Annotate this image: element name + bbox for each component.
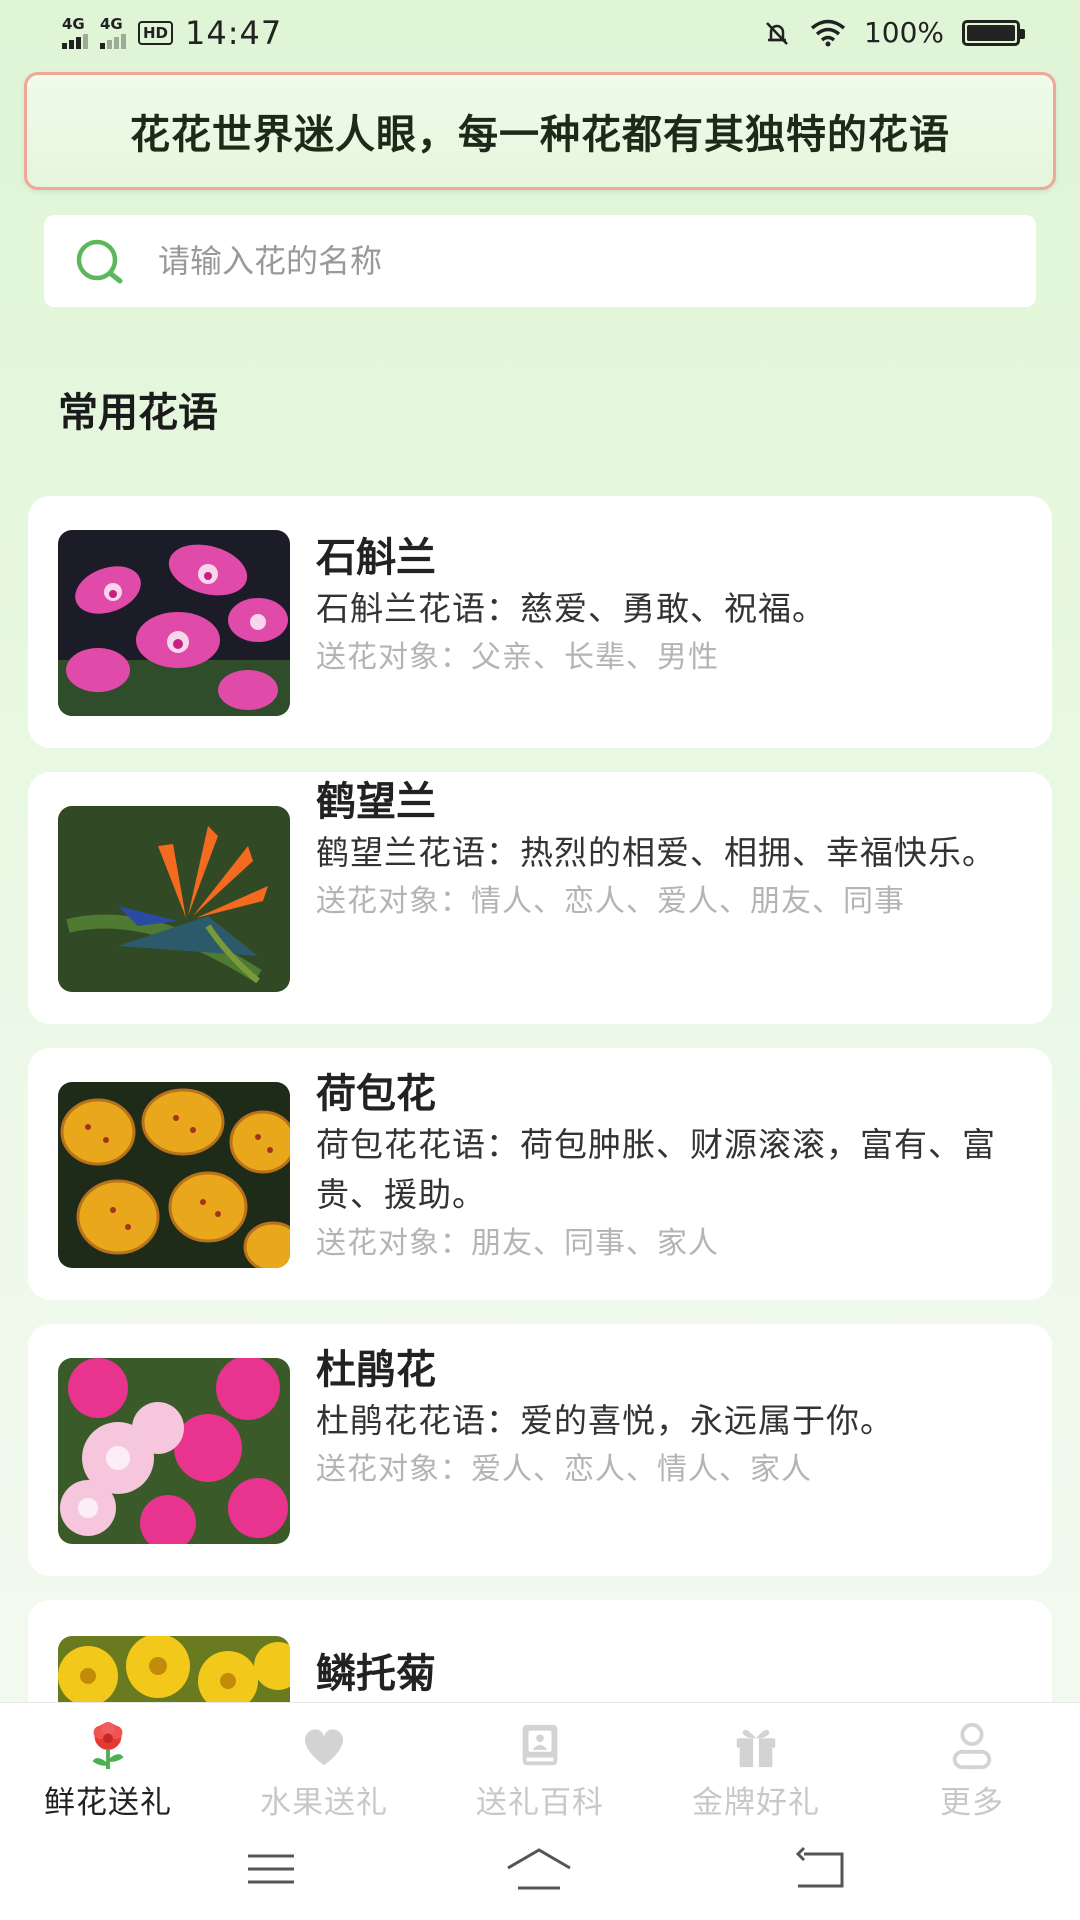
flower-card[interactable]: 鹤望兰 鹤望兰花语：热烈的相爱、相拥、幸福快乐。 送花对象：情人、恋人、爱人、朋… — [28, 772, 1052, 1024]
flower-name: 杜鹃花 — [316, 1347, 436, 1393]
battery-percent: 100% — [863, 16, 944, 49]
tab-label: 更多 — [940, 1785, 1004, 1821]
flower-image — [58, 1082, 290, 1268]
gift-icon — [736, 1729, 776, 1768]
flower-target: 送花对象：父亲、长辈、男性 — [316, 640, 719, 675]
search-icon — [76, 239, 123, 284]
flower-image — [58, 530, 290, 716]
menu-icon[interactable] — [236, 1844, 306, 1894]
flower-meaning: 鹤望兰花语：热烈的相爱、相拥、幸福快乐。 — [316, 833, 996, 872]
bottom-tab-bar: 鲜花送礼 水果送礼 送礼百科 金牌好礼 更多 — [0, 1702, 1080, 1822]
tab-more[interactable]: 更多 — [864, 1703, 1080, 1822]
tab-fruit-gift[interactable]: 水果送礼 — [216, 1703, 432, 1822]
tab-label: 鲜花送礼 — [44, 1785, 172, 1821]
book-icon — [522, 1724, 558, 1766]
section-title: 常用花语 — [58, 390, 218, 436]
flower-card[interactable]: 荷包花 荷包花花语：荷包肿胀、财源滚滚，富有、富贵、援助。 送花对象：朋友、同事… — [28, 1048, 1052, 1300]
status-bar: 4G 4G HD 14:47 100% — [0, 0, 1080, 66]
clock: 14:47 — [185, 14, 283, 52]
tab-gold-gift[interactable]: 金牌好礼 — [648, 1703, 864, 1822]
signal-sim1-icon: 4G — [62, 17, 88, 49]
heart-icon — [304, 1729, 344, 1766]
flower-name: 鳞托菊 — [316, 1651, 436, 1697]
slogan-banner: 花花世界迷人眼，每一种花都有其独特的花语 — [24, 72, 1056, 190]
search-input[interactable] — [158, 242, 1008, 280]
tab-flower-gift[interactable]: 鲜花送礼 — [0, 1703, 216, 1822]
flower-name: 石斛兰 — [316, 535, 436, 581]
tab-label: 金牌好礼 — [692, 1785, 820, 1821]
hd-badge: HD — [138, 21, 174, 45]
banner-text: 花花世界迷人眼，每一种花都有其独特的花语 — [130, 112, 950, 158]
mute-icon — [766, 21, 788, 45]
flower-name: 鹤望兰 — [316, 779, 436, 825]
flower-card[interactable]: 石斛兰 石斛兰花语：慈爱、勇敢、祝福。 送花对象：父亲、长辈、男性 — [28, 496, 1052, 748]
battery-icon — [962, 19, 1025, 46]
flower-meaning: 杜鹃花花语：爱的喜悦，永远属于你。 — [316, 1401, 894, 1440]
flower-meaning: 荷包花花语：荷包肿胀、财源滚滚，富有、富贵、援助。 — [316, 1125, 996, 1214]
system-nav-bar — [0, 1822, 1080, 1920]
back-icon[interactable] — [788, 1844, 858, 1894]
search-bar[interactable] — [44, 215, 1036, 307]
sim1-label: 4G — [62, 15, 85, 33]
flower-image — [58, 806, 290, 992]
flower-icon — [92, 1721, 124, 1770]
user-icon — [952, 1722, 992, 1770]
flower-target: 送花对象：爱人、恋人、情人、家人 — [316, 1452, 812, 1487]
home-icon[interactable] — [504, 1844, 574, 1894]
wifi-icon — [810, 19, 846, 46]
tab-gift-encyclopedia[interactable]: 送礼百科 — [432, 1703, 648, 1822]
tab-label: 水果送礼 — [260, 1785, 388, 1821]
signal-sim2-icon: 4G — [100, 17, 126, 49]
flower-name: 荷包花 — [316, 1071, 436, 1117]
tab-label: 送礼百科 — [476, 1785, 604, 1821]
flower-target: 送花对象：朋友、同事、家人 — [316, 1226, 719, 1261]
flower-target: 送花对象：情人、恋人、爱人、朋友、同事 — [316, 884, 905, 919]
flower-meaning: 石斛兰花语：慈爱、勇敢、祝福。 — [316, 589, 826, 628]
sim2-label: 4G — [100, 15, 123, 33]
flower-card[interactable]: 杜鹃花 杜鹃花花语：爱的喜悦，永远属于你。 送花对象：爱人、恋人、情人、家人 — [28, 1324, 1052, 1576]
flower-image — [58, 1358, 290, 1544]
